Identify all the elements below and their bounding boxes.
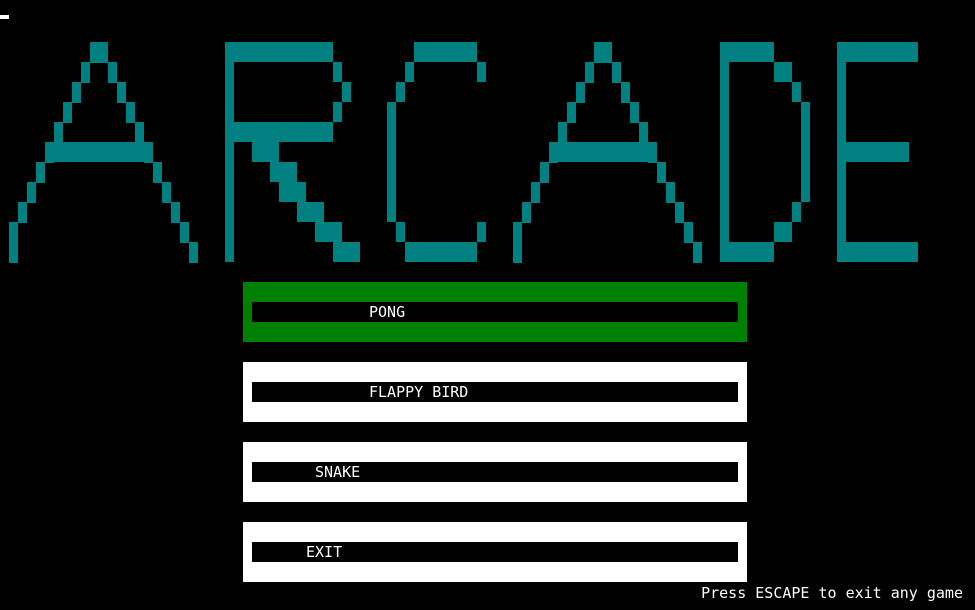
menu-item-snake[interactable]: SNAKE [243, 442, 747, 502]
menu-item-bar: SNAKE [252, 462, 738, 482]
menu-item-bar: PONG [252, 302, 738, 322]
menu-item-bar: FLAPPY BIRD [252, 382, 738, 402]
arcade-title-logo [9, 42, 918, 263]
menu-item-label: FLAPPY BIRD [369, 383, 469, 401]
footer-hint: Press ESCAPE to exit any game [701, 584, 963, 602]
menu-item-flappy-bird[interactable]: FLAPPY BIRD [243, 362, 747, 422]
menu-item-exit[interactable]: EXIT [243, 522, 747, 582]
menu-item-bar: EXIT [252, 542, 738, 562]
menu-item-pong[interactable]: PONG [243, 282, 747, 342]
menu-item-label: EXIT [306, 543, 343, 561]
menu-item-label: SNAKE [315, 463, 361, 481]
menu-item-label: PONG [369, 303, 406, 321]
game-screen: PONG FLAPPY BIRD SNAKE EXIT Press ESCAPE… [0, 0, 975, 610]
